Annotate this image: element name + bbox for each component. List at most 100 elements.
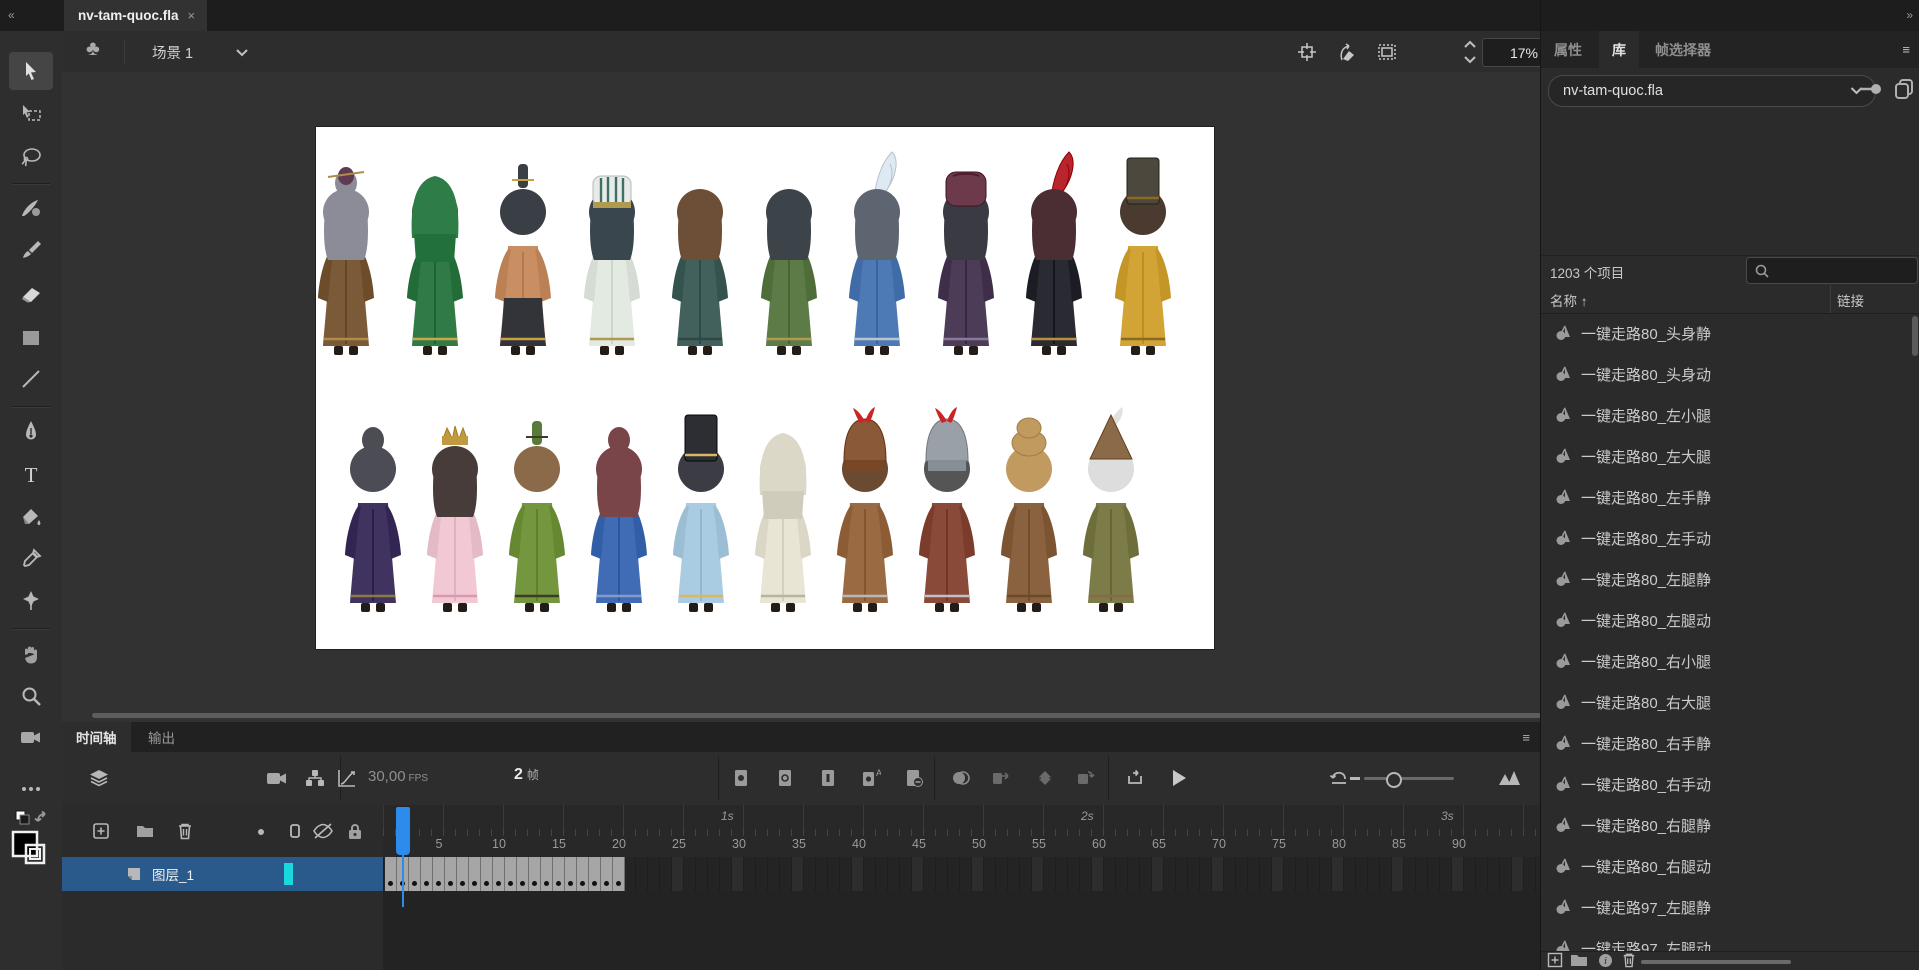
library-item[interactable]: 一键走路97_左腿静: [1541, 887, 1919, 928]
frame-span-tween-button[interactable]: [1070, 765, 1100, 793]
layer-options-button[interactable]: [84, 765, 114, 793]
keyframe-dot[interactable]: [580, 881, 585, 886]
character-sprite-row1[interactable]: [301, 150, 391, 360]
add-folder-button[interactable]: [132, 819, 158, 845]
layer-parenting-button[interactable]: [300, 765, 330, 793]
delete-frame-button[interactable]: [899, 765, 929, 793]
timeline-tab-时间轴[interactable]: 时间轴: [62, 722, 131, 752]
character-sprite-row2[interactable]: [984, 407, 1074, 617]
add-layer-button[interactable]: [88, 819, 114, 845]
column-header-linkage[interactable]: 链接: [1837, 290, 1864, 310]
keyframe-dot[interactable]: [496, 881, 501, 886]
new-library-panel-icon[interactable]: [1893, 77, 1915, 101]
collapse-toolbar-button[interactable]: «: [8, 8, 14, 22]
character-sprite-row2[interactable]: [1066, 407, 1156, 617]
library-item[interactable]: 一键走路80_右大腿: [1541, 682, 1919, 723]
graph-editor-button[interactable]: [332, 765, 362, 793]
library-item[interactable]: 一键走路80_头身静: [1541, 313, 1919, 354]
keyframe-dot[interactable]: [472, 881, 477, 886]
center-frame-icon[interactable]: [1294, 39, 1320, 65]
selection-tool[interactable]: [9, 52, 53, 90]
fluid-brush-tool[interactable]: [9, 189, 53, 227]
library-item[interactable]: 一键走路80_右小腿: [1541, 641, 1919, 682]
panel-tab-帧选择器[interactable]: 帧选择器: [1642, 31, 1724, 68]
library-item[interactable]: 一键走路80_右手静: [1541, 723, 1919, 764]
character-sprite-row2[interactable]: [574, 407, 664, 617]
frame-view-button[interactable]: [1494, 765, 1524, 793]
library-item[interactable]: 一键走路80_右手动: [1541, 764, 1919, 805]
keyframe-span[interactable]: [385, 857, 625, 891]
zoom-tool[interactable]: [9, 677, 53, 715]
keyframe-dot[interactable]: [556, 881, 561, 886]
library-item[interactable]: 一键走路80_左腿静: [1541, 559, 1919, 600]
timeline-zoom-slider[interactable]: [1364, 777, 1454, 780]
library-item[interactable]: 一键走路80_右腿静: [1541, 805, 1919, 846]
keyframe-dot[interactable]: [436, 881, 441, 886]
insert-keyframe-button[interactable]: [726, 765, 756, 793]
insert-blank-keyframe-button[interactable]: [770, 765, 800, 793]
lasso-tool[interactable]: [9, 138, 53, 176]
camera-button[interactable]: [262, 765, 292, 793]
fill-stroke-colors-tool[interactable]: [9, 829, 53, 867]
keyframe-dot[interactable]: [544, 881, 549, 886]
character-sprite-row1[interactable]: [921, 150, 1011, 360]
keyframe-dot[interactable]: [412, 881, 417, 886]
layer-row[interactable]: 图层_1: [62, 857, 383, 891]
character-sprite-row1[interactable]: [390, 150, 480, 360]
stepper-down-icon[interactable]: [1464, 56, 1476, 64]
clip-content-icon[interactable]: [1374, 39, 1400, 65]
stage-horizontal-scrollbar[interactable]: [92, 713, 1540, 718]
character-sprite-row2[interactable]: [656, 407, 746, 617]
eraser-tool[interactable]: [9, 275, 53, 313]
slider-handle[interactable]: [1386, 772, 1402, 788]
column-divider[interactable]: [1830, 285, 1831, 313]
eyedropper-tool[interactable]: [9, 540, 53, 578]
timeline-panel-menu-icon[interactable]: ≡: [1522, 730, 1530, 745]
library-item[interactable]: 一键走路80_左小腿: [1541, 395, 1919, 436]
keyframe-dot[interactable]: [484, 881, 489, 886]
paint-bucket-tool[interactable]: [9, 499, 53, 537]
outline-box-button[interactable]: [282, 819, 308, 845]
collapse-panel-button[interactable]: »: [1906, 8, 1912, 22]
frame-number-ruler[interactable]: 51015202530354045505560657075808590: [383, 829, 1540, 858]
keyframe-dot[interactable]: [508, 881, 513, 886]
line-tool[interactable]: [9, 360, 53, 398]
layer-name[interactable]: 图层_1: [152, 864, 194, 884]
rotate-view-icon[interactable]: [1334, 39, 1360, 65]
timeline-tab-输出[interactable]: 输出: [134, 722, 189, 752]
scene-chevron-down-icon[interactable]: [236, 49, 248, 57]
auto-keyframe-button[interactable]: A: [856, 765, 886, 793]
create-shape-tween-button[interactable]: [1030, 765, 1060, 793]
character-sprite-row1[interactable]: [567, 150, 657, 360]
subselection-tool[interactable]: [9, 95, 53, 133]
character-sprite-row2[interactable]: [738, 407, 828, 617]
keyframe-dot[interactable]: [616, 881, 621, 886]
library-search-field[interactable]: [1746, 257, 1918, 284]
library-item[interactable]: 一键走路97_左腿动: [1541, 928, 1919, 953]
character-sprite-row1[interactable]: [478, 150, 568, 360]
zoom-stepper[interactable]: [1462, 40, 1478, 64]
stepper-up-icon[interactable]: [1464, 40, 1476, 48]
stage-canvas[interactable]: [316, 127, 1214, 649]
lock-all-button[interactable]: [342, 819, 368, 845]
panel-tab-库[interactable]: 库: [1599, 31, 1639, 68]
library-document-select[interactable]: nv-tam-quoc.fla: [1548, 75, 1876, 107]
scene-name[interactable]: 场景 1: [152, 42, 193, 63]
keyframe-dot[interactable]: [592, 881, 597, 886]
document-tab[interactable]: nv-tam-quoc.fla ×: [64, 0, 207, 31]
library-horizontal-scrollbar[interactable]: [1641, 960, 1791, 964]
character-sprite-row2[interactable]: [328, 407, 418, 617]
fps-control[interactable]: 30,00FPS: [368, 768, 428, 785]
character-sprite-row1[interactable]: [832, 150, 922, 360]
character-sprite-row1[interactable]: [744, 150, 834, 360]
pen-tool[interactable]: [9, 413, 53, 451]
loop-button[interactable]: [1120, 765, 1150, 793]
new-folder-button[interactable]: [1569, 953, 1589, 970]
outline-dot-button[interactable]: [248, 819, 274, 845]
text-tool[interactable]: T: [9, 456, 53, 494]
hand-tool[interactable]: [9, 636, 53, 674]
keyframe-dot[interactable]: [460, 881, 465, 886]
new-symbol-button[interactable]: [1545, 953, 1565, 970]
panel-tab-属性[interactable]: 属性: [1541, 31, 1595, 68]
keyframe-dot[interactable]: [568, 881, 573, 886]
